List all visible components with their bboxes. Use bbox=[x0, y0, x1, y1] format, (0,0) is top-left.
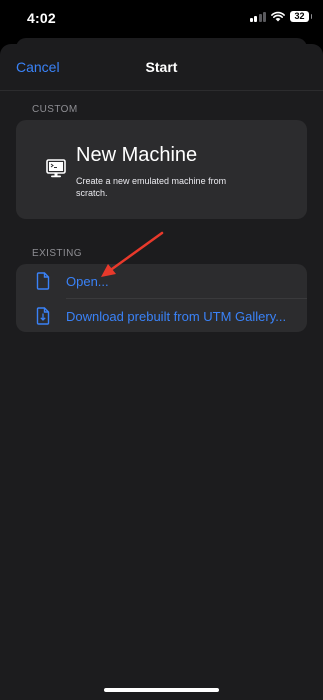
document-icon bbox=[36, 272, 50, 290]
section-header-existing: EXISTING bbox=[32, 248, 82, 259]
download-gallery-label: Download prebuilt from UTM Gallery... bbox=[66, 309, 287, 324]
existing-list: Open... Download prebuilt from UTM Galle… bbox=[16, 264, 307, 332]
page-title: Start bbox=[145, 59, 178, 75]
signal-icon bbox=[249, 11, 266, 22]
section-header-custom: CUSTOM bbox=[32, 104, 78, 115]
open-button[interactable]: Open... bbox=[16, 264, 307, 298]
start-sheet: Cancel Start CUSTOM New Machine Create a… bbox=[0, 44, 323, 700]
new-machine-description: Create a new emulated machine from scrat… bbox=[76, 176, 227, 198]
nav-divider bbox=[0, 90, 323, 91]
status-icons: 32 bbox=[249, 11, 312, 22]
new-machine-title: New Machine bbox=[76, 144, 198, 166]
battery-icon: 32 bbox=[290, 11, 312, 22]
new-machine-button[interactable]: New Machine Create a new emulated machin… bbox=[16, 120, 307, 219]
screen: 4:02 32 Cancel Start CUSTOM New Machine … bbox=[0, 0, 323, 700]
home-indicator[interactable] bbox=[104, 688, 219, 692]
monitor-icon bbox=[46, 159, 66, 178]
wifi-icon bbox=[271, 11, 285, 22]
navigation-bar: Cancel Start bbox=[0, 44, 323, 90]
status-time: 4:02 bbox=[27, 10, 56, 26]
status-bar: 4:02 32 bbox=[0, 0, 323, 36]
download-document-icon bbox=[36, 307, 50, 325]
download-gallery-button[interactable]: Download prebuilt from UTM Gallery... bbox=[16, 299, 307, 332]
open-label: Open... bbox=[66, 274, 109, 289]
